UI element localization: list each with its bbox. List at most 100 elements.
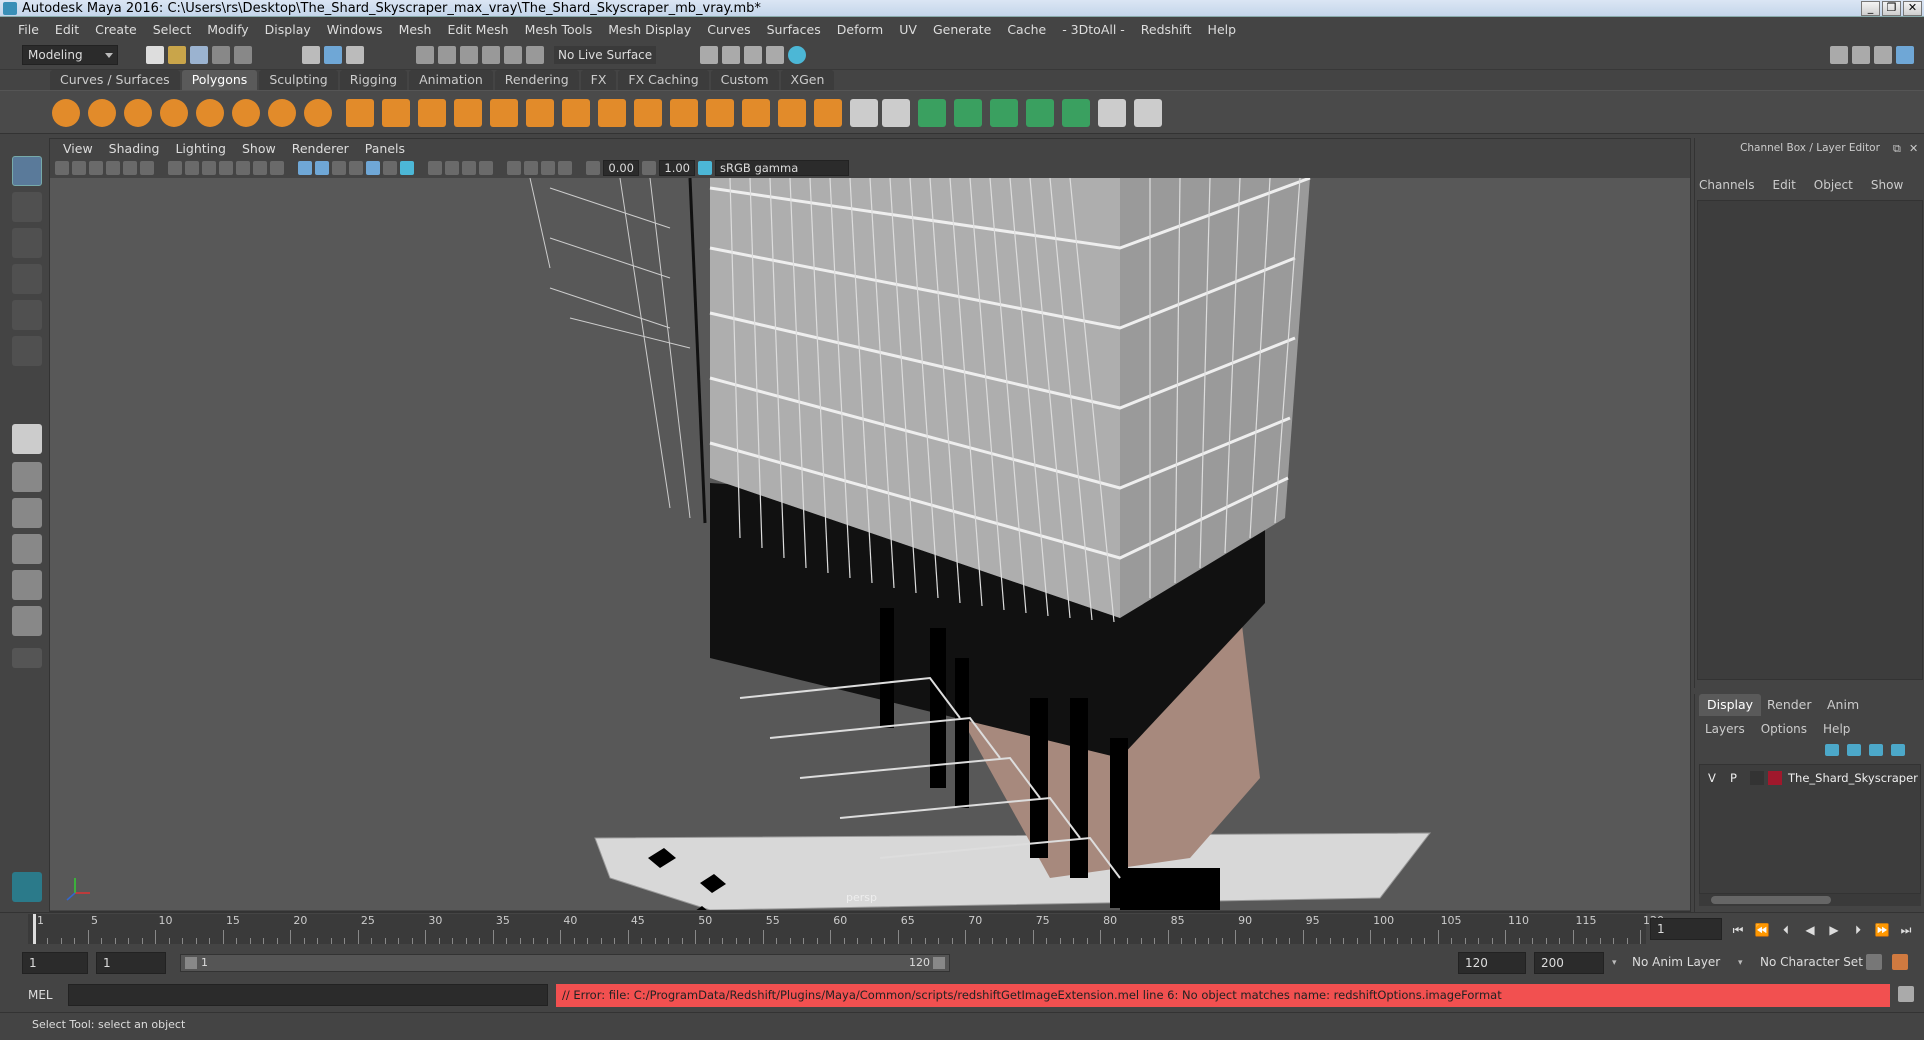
menu-mesh-tools[interactable]: Mesh Tools [517,22,601,37]
exposure-field[interactable]: 0.00 [603,160,639,176]
shelf-tab-polygons[interactable]: Polygons [181,70,258,90]
persp-graph-layout-icon[interactable] [12,534,42,564]
mirror-icon[interactable] [526,99,554,127]
tool-settings-icon[interactable] [1874,46,1892,64]
separate-icon[interactable] [382,99,410,127]
select-tool-icon[interactable] [12,156,42,186]
menu-file[interactable]: File [10,22,47,37]
playback-start-field[interactable]: 1 [96,952,166,974]
resolution-gate-icon[interactable] [202,161,216,175]
layer-scrollbar[interactable] [1699,894,1921,906]
layer-playback-toggle[interactable]: P [1730,771,1737,785]
range-end-handle[interactable] [933,957,945,969]
viewport-menu-renderer[interactable]: Renderer [284,140,357,158]
gamma-icon[interactable] [642,161,656,175]
gate-mask-icon[interactable] [219,161,233,175]
undo-icon[interactable] [212,46,230,64]
menu-mesh[interactable]: Mesh [391,22,440,37]
triangulate-icon[interactable] [562,99,590,127]
step-forward-frame-icon[interactable]: ⏵ [1850,923,1866,937]
end-frame-field[interactable]: 200 [1534,952,1604,974]
poly-sphere-icon[interactable] [52,99,80,127]
menu-windows[interactable]: Windows [319,22,391,37]
viewport-menu-panels[interactable]: Panels [357,140,413,158]
wireframe-on-shaded-icon[interactable] [349,161,363,175]
poly-cube-icon[interactable] [88,99,116,127]
menu-3dtoall[interactable]: - 3DtoAll - [1054,22,1133,37]
anim-layer-dropdown[interactable]: No Anim Layer [1626,952,1746,974]
minimize-button[interactable]: _ [1861,1,1880,16]
layer-tab-anim[interactable]: Anim [1819,694,1867,716]
scrollbar-thumb[interactable] [1711,896,1831,904]
menu-help[interactable]: Help [1200,22,1245,37]
safe-action-icon[interactable] [253,161,267,175]
channel-box-menu-object[interactable]: Object [1814,178,1853,192]
viewport-menu-show[interactable]: Show [234,140,284,158]
menu-redshift[interactable]: Redshift [1133,22,1200,37]
gamma-field[interactable]: 1.00 [659,160,695,176]
layer-tab-render[interactable]: Render [1759,694,1820,716]
combine-icon[interactable] [346,99,374,127]
viewport-menu-view[interactable]: View [55,140,101,158]
close-button[interactable]: ✕ [1903,1,1922,16]
select-component-icon[interactable] [346,46,364,64]
single-perspective-layout-icon[interactable] [12,424,42,454]
shelf-tab-curves-surfaces[interactable]: Curves / Surfaces [50,70,180,90]
attribute-editor-icon[interactable] [1852,46,1870,64]
mode-dropdown[interactable]: Modeling [22,45,118,65]
poly-cone-icon[interactable] [160,99,188,127]
current-frame-field[interactable]: 1 [1650,918,1722,940]
paint-select-tool-icon[interactable] [12,228,42,258]
uv-editor-icon[interactable] [990,99,1018,127]
insert-edge-loop-icon[interactable] [850,99,878,127]
3d-viewport[interactable] [50,178,1690,910]
film-gate-icon[interactable] [185,161,199,175]
safe-title-icon[interactable] [270,161,284,175]
current-time-indicator[interactable] [33,914,36,944]
scale-tool-icon[interactable] [12,336,42,366]
shelf-tab-rigging[interactable]: Rigging [339,70,408,90]
playback-end-field[interactable]: 120 [1458,952,1526,974]
render-frame-icon[interactable] [722,46,740,64]
bookmark-icon[interactable] [89,161,103,175]
shade-default-material-icon[interactable] [332,161,346,175]
channel-box-icon[interactable] [1896,46,1914,64]
bevel-icon[interactable] [706,99,734,127]
poly-pyramid-icon[interactable] [268,99,296,127]
go-to-end-icon[interactable]: ⏭ [1898,923,1914,937]
grid-icon[interactable] [168,161,182,175]
extract-icon[interactable] [418,99,446,127]
layer-name[interactable]: The_Shard_Skyscraper [1788,771,1918,785]
poly-torus-icon[interactable] [196,99,224,127]
step-forward-key-icon[interactable]: ⏩ [1874,923,1890,937]
ipr-render-icon[interactable] [744,46,762,64]
xray-icon[interactable] [524,161,538,175]
outliner-layout-icon[interactable] [12,606,42,636]
target-weld-icon[interactable] [814,99,842,127]
menu-mesh-display[interactable]: Mesh Display [600,22,699,37]
field-chart-icon[interactable] [236,161,250,175]
shelf-tab-fx[interactable]: FX [580,70,617,90]
poly-plane-icon[interactable] [232,99,260,127]
rotate-tool-icon[interactable] [12,300,42,330]
layer-visibility-toggle[interactable]: V [1708,771,1716,785]
depth-of-field-icon[interactable] [479,161,493,175]
make-live-icon[interactable] [526,46,544,64]
menu-display[interactable]: Display [257,22,319,37]
step-back-frame-icon[interactable]: ⏴ [1778,923,1794,937]
xray-joints-icon[interactable] [558,161,572,175]
live-surface-field[interactable]: No Live Surface [554,46,657,64]
menu-modify[interactable]: Modify [199,22,256,37]
new-layer-selected-icon[interactable] [1891,744,1905,756]
restore-button[interactable]: ❐ [1882,1,1901,16]
chevron-down-icon[interactable]: ▾ [1612,958,1617,968]
channel-box-menu-channels[interactable]: Channels [1699,178,1755,192]
channel-box-menu-edit[interactable]: Edit [1773,178,1796,192]
screen-space-ao-icon[interactable] [428,161,442,175]
four-view-layout-icon[interactable] [12,462,42,492]
textured-icon[interactable] [366,161,380,175]
layer-color-swatch[interactable] [1768,771,1782,785]
start-frame-field[interactable]: 1 [22,952,88,974]
persp-outliner-layout-icon[interactable] [12,498,42,528]
animation-preferences-icon[interactable] [1892,954,1908,970]
